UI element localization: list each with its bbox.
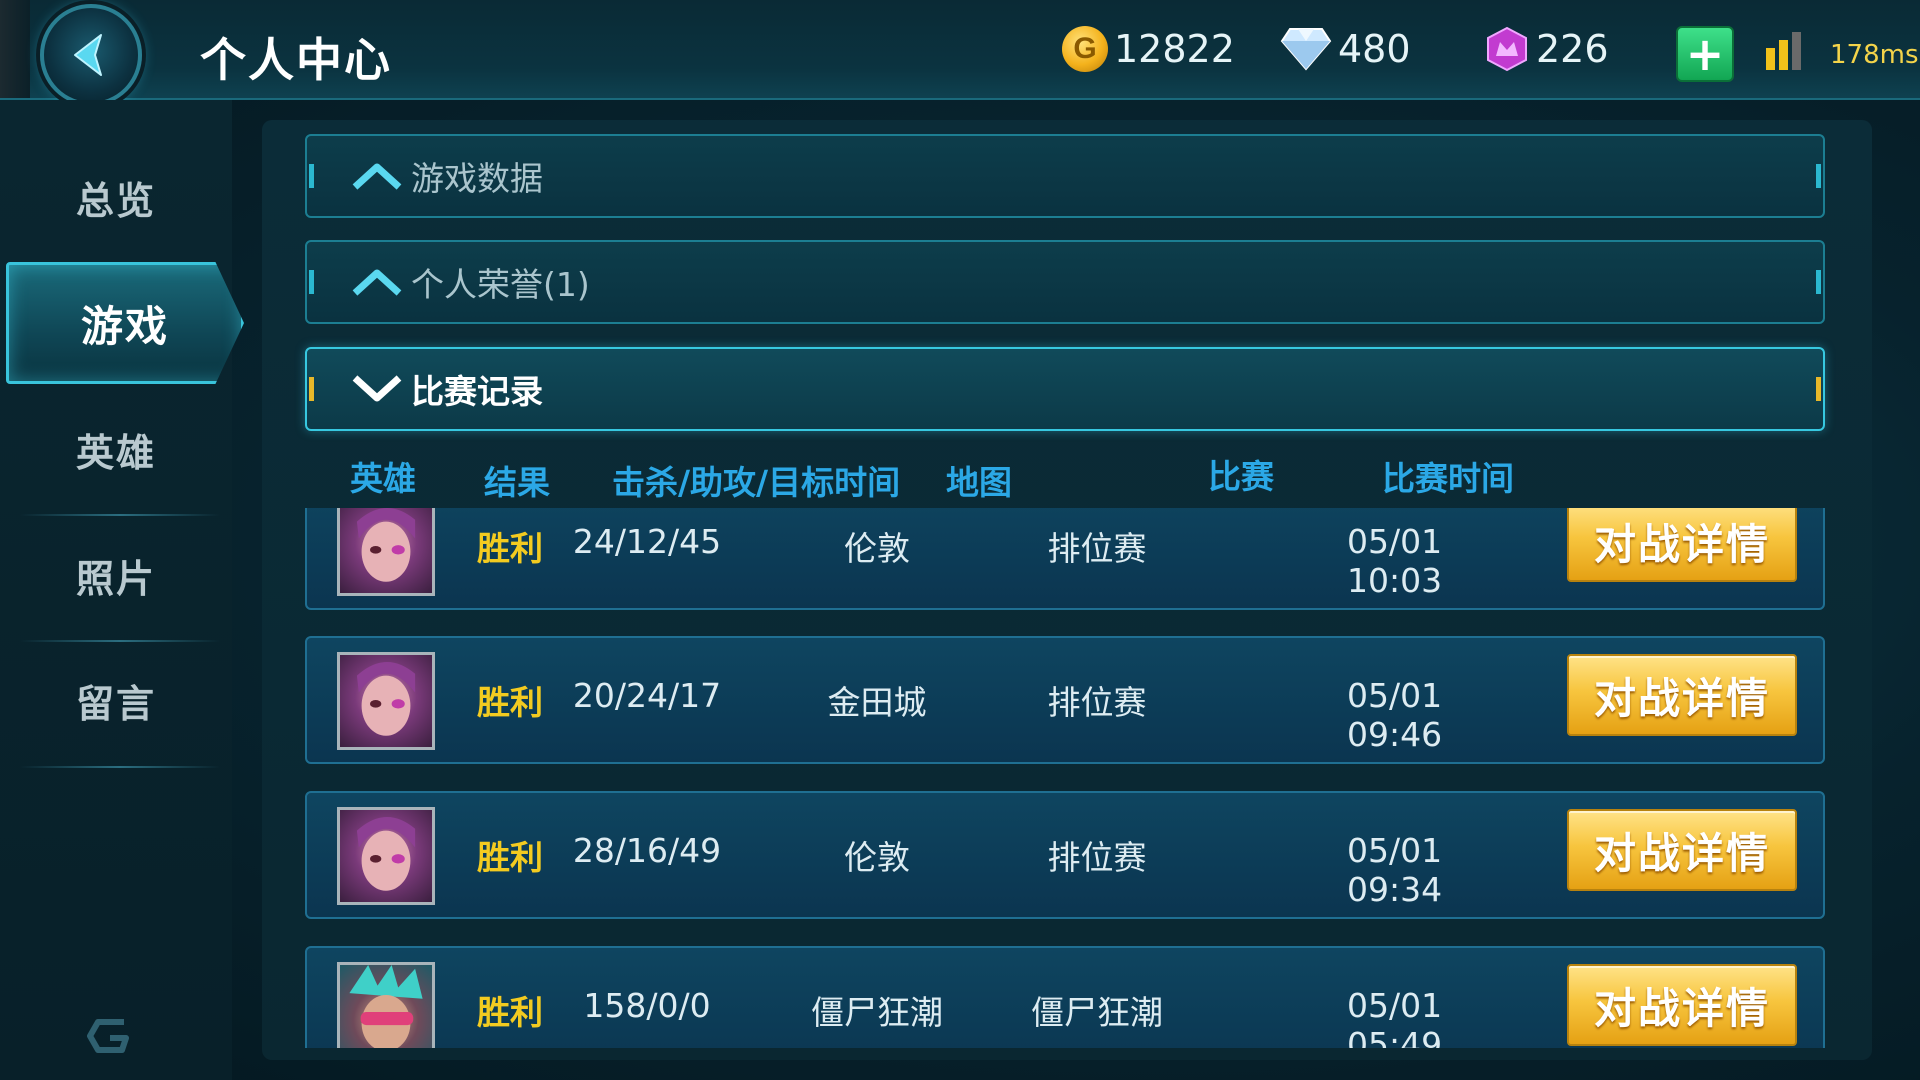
gem-icon	[1484, 26, 1530, 72]
hero-avatar[interactable]	[337, 807, 435, 905]
match-details-button[interactable]: 对战详情	[1567, 508, 1797, 582]
section-game-data[interactable]: 游戏数据	[305, 134, 1825, 218]
table-row: 胜利 28/16/49 伦敦 排位赛 05/01 09:34 对战详情	[305, 791, 1825, 919]
frame-decoration	[0, 0, 30, 98]
column-header-kda: 击杀/助攻/目标时间	[612, 463, 901, 502]
match-time: 05/01 09:46	[1347, 676, 1443, 754]
match-details-button[interactable]: 对战详情	[1567, 809, 1797, 891]
match-mode: 排位赛	[1047, 838, 1147, 877]
column-header-mode: 比赛	[1208, 457, 1274, 496]
match-map: 伦敦	[844, 838, 910, 877]
match-time: 05/01 09:34	[1347, 831, 1443, 909]
plus-icon[interactable]: +	[1676, 26, 1734, 82]
match-result: 胜利	[477, 683, 543, 722]
match-result: 胜利	[477, 838, 543, 877]
chevron-up-icon	[352, 269, 402, 296]
match-list[interactable]: 胜利 24/12/45 伦敦 排位赛 05/01 10:03 对战详情 胜利 2…	[305, 508, 1825, 1048]
sidebar-divider	[20, 766, 220, 768]
table-row: 胜利 158/0/0 僵尸狂潮 僵尸狂潮 05/01 05:49 对战详情	[305, 946, 1825, 1048]
sidebar-divider	[20, 514, 220, 516]
gold-amount: 12822	[1114, 27, 1235, 71]
top-bar: 个人中心 G 12822 480 226 + 178ms	[0, 0, 1920, 106]
match-kda: 24/12/45	[572, 522, 722, 561]
signal-icon	[1766, 30, 1801, 70]
table-row: 胜利 24/12/45 伦敦 排位赛 05/01 10:03 对战详情	[305, 508, 1825, 610]
match-map: 金田城	[827, 683, 927, 722]
match-mode: 排位赛	[1047, 529, 1147, 568]
hero-avatar[interactable]	[337, 508, 435, 596]
sidebar: 总览 游戏 英雄 照片 留言	[0, 100, 244, 1080]
match-result: 胜利	[477, 529, 543, 568]
gold-coin-icon: G	[1062, 26, 1108, 72]
section-match-records[interactable]: 比赛记录	[305, 347, 1825, 431]
match-mode: 排位赛	[1047, 683, 1147, 722]
diamond-icon	[1280, 27, 1332, 71]
match-map: 伦敦	[844, 529, 910, 568]
table-row: 胜利 20/24/17 金田城 排位赛 05/01 09:46 对战详情	[305, 636, 1825, 764]
match-map: 僵尸狂潮	[811, 993, 943, 1032]
gem-counter: 226	[1484, 26, 1609, 72]
match-kda: 20/24/17	[572, 676, 722, 715]
column-header-result: 结果	[484, 463, 550, 502]
game-logo-icon	[87, 1019, 129, 1053]
chevron-up-icon	[352, 163, 402, 190]
column-header-hero: 英雄	[350, 459, 416, 498]
match-result: 胜利	[477, 993, 543, 1032]
column-header-time: 比赛时间	[1382, 459, 1514, 498]
column-header-map: 地图	[946, 463, 1012, 502]
section-honors[interactable]: 个人荣誉(1)	[305, 240, 1825, 324]
match-mode: 僵尸狂潮	[1031, 993, 1163, 1032]
match-time: 05/01 05:49	[1347, 986, 1443, 1048]
sidebar-divider	[20, 640, 220, 642]
sidebar-item-heroes[interactable]: 英雄	[0, 394, 232, 504]
match-kda: 158/0/0	[583, 986, 711, 1025]
diamond-counter: 480	[1280, 26, 1411, 72]
section-label: 游戏数据	[411, 159, 543, 198]
gold-counter: G 12822	[1062, 26, 1235, 72]
gem-amount: 226	[1536, 27, 1609, 71]
sidebar-item-overview[interactable]: 总览	[0, 142, 232, 252]
match-details-button[interactable]: 对战详情	[1567, 654, 1797, 736]
back-button[interactable]	[40, 4, 142, 106]
sidebar-item-messages[interactable]: 留言	[0, 645, 232, 755]
sidebar-item-game[interactable]: 游戏	[6, 262, 244, 384]
diamond-amount: 480	[1338, 27, 1411, 71]
hero-avatar[interactable]	[337, 652, 435, 750]
chevron-down-icon	[352, 375, 402, 402]
back-arrow-icon	[74, 34, 102, 76]
sidebar-item-photos[interactable]: 照片	[0, 520, 232, 630]
match-details-button[interactable]: 对战详情	[1567, 964, 1797, 1046]
page-title: 个人中心	[200, 33, 392, 87]
match-kda: 28/16/49	[572, 831, 722, 870]
hero-avatar[interactable]	[337, 962, 435, 1048]
section-label: 比赛记录	[411, 372, 543, 411]
section-label: 个人荣誉(1)	[411, 265, 590, 304]
match-time: 05/01 10:03	[1347, 522, 1443, 600]
ping-readout: 178ms	[1830, 40, 1919, 70]
